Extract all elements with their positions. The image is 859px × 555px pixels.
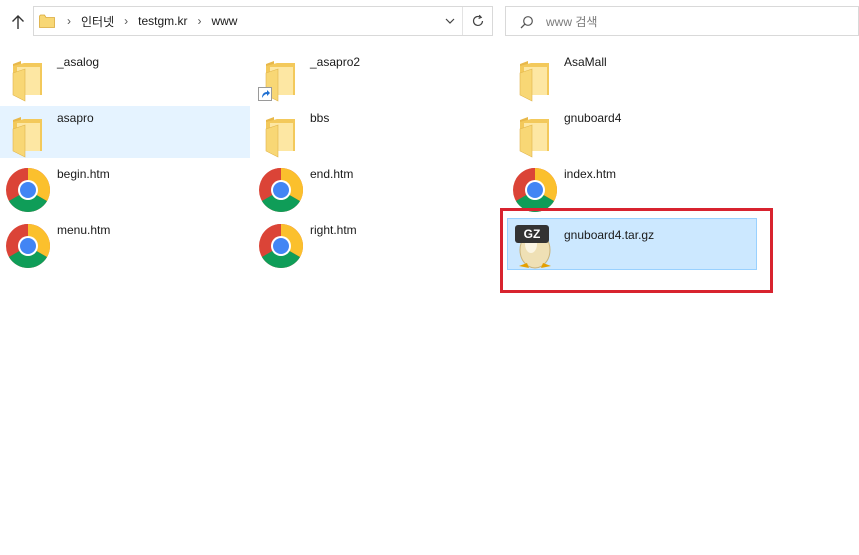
file-name-label: gnuboard4.tar.gz xyxy=(564,228,655,242)
folder-icon xyxy=(4,110,52,158)
file-item-gnuboard4[interactable]: gnuboard4 xyxy=(507,106,757,158)
toolbar: › 인터넷 › testgm.kr › www xyxy=(0,0,859,44)
refresh-button[interactable] xyxy=(462,7,493,35)
file-item-index-htm[interactable]: index.htm xyxy=(507,162,757,214)
address-history-dropdown[interactable] xyxy=(438,7,462,35)
shortcut-arrow-icon xyxy=(258,87,272,101)
file-item-asamall[interactable]: AsaMall xyxy=(507,50,757,102)
chevron-right-icon[interactable]: › xyxy=(60,14,78,28)
search-box[interactable] xyxy=(505,6,859,36)
folder-icon xyxy=(257,54,305,102)
file-item-bbs[interactable]: bbs xyxy=(253,106,503,158)
breadcrumb-item-internet[interactable]: 인터넷 xyxy=(78,13,117,30)
chrome-icon xyxy=(4,222,52,270)
gz-badge: GZ xyxy=(515,225,549,243)
folder-icon xyxy=(39,14,55,31)
file-name-label: index.htm xyxy=(564,167,617,181)
breadcrumb-item-testgm[interactable]: testgm.kr xyxy=(135,14,190,28)
file-item-asalog[interactable]: _asalog xyxy=(0,50,250,102)
file-name-label: right.htm xyxy=(310,223,357,237)
file-name-label: bbs xyxy=(310,111,330,125)
folder-icon xyxy=(4,54,52,102)
file-item-gnuboard4-tar-gz[interactable]: GZ gnuboard4.tar.gz xyxy=(507,218,757,270)
file-name-label: _asalog xyxy=(57,55,100,69)
file-item-begin-htm[interactable]: begin.htm xyxy=(0,162,250,214)
folder-icon xyxy=(511,110,559,158)
chrome-icon xyxy=(257,166,305,214)
file-item-menu-htm[interactable]: menu.htm xyxy=(0,218,250,270)
file-name-label: menu.htm xyxy=(57,223,111,237)
file-name-label: AsaMall xyxy=(564,55,607,69)
file-name-label: gnuboard4 xyxy=(564,111,622,125)
refresh-icon xyxy=(472,14,484,27)
file-name-label: asapro xyxy=(57,111,94,125)
chevron-right-icon[interactable]: › xyxy=(190,14,208,28)
breadcrumb-item-www[interactable]: www xyxy=(208,14,240,28)
file-name-label: _asapro2 xyxy=(310,55,361,69)
chevron-right-icon[interactable]: › xyxy=(117,14,135,28)
folder-icon xyxy=(257,110,305,158)
file-item-asapro[interactable]: asapro xyxy=(0,106,250,158)
file-item-asapro2[interactable]: _asapro2 xyxy=(253,50,503,102)
file-item-right-htm[interactable]: right.htm xyxy=(253,218,503,270)
chevron-down-icon xyxy=(445,18,455,24)
file-name-label: begin.htm xyxy=(57,167,110,181)
file-item-end-htm[interactable]: end.htm xyxy=(253,162,503,214)
folder-icon xyxy=(511,54,559,102)
search-input[interactable] xyxy=(544,11,838,33)
address-bar[interactable]: › 인터넷 › testgm.kr › www xyxy=(33,6,493,36)
breadcrumb: › 인터넷 › testgm.kr › www xyxy=(60,7,240,35)
up-arrow-icon[interactable] xyxy=(8,12,28,32)
chrome-icon xyxy=(257,222,305,270)
file-name-label: end.htm xyxy=(310,167,354,181)
chrome-icon xyxy=(511,166,559,214)
chrome-icon xyxy=(4,166,52,214)
gz-archive-icon: GZ xyxy=(511,222,559,270)
search-icon xyxy=(520,15,534,32)
